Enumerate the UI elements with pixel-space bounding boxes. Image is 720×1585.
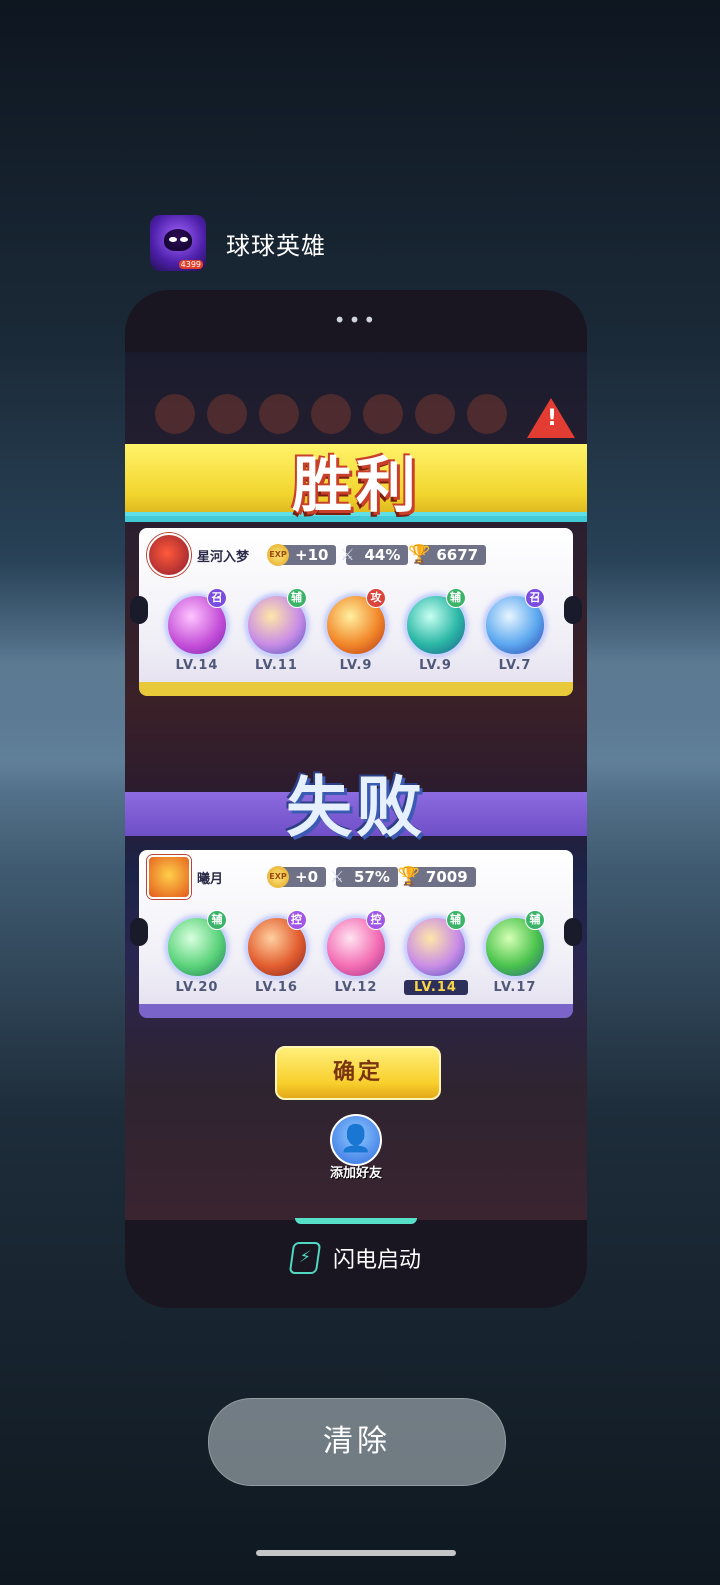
hero-item[interactable]: 辅 LV.17 bbox=[483, 910, 547, 995]
victory-panel: 星河入梦 EXP +10 ⚔ 44% 🏆 6677 召 LV.14 辅 LV.11 攻 LV… bbox=[130, 528, 582, 696]
hero-level: LV.17 bbox=[493, 980, 537, 995]
exp-stat: EXP +0 bbox=[267, 866, 327, 888]
app-icon[interactable]: 4399 bbox=[150, 215, 206, 271]
player-name: 曦月 bbox=[197, 871, 224, 887]
warning-mark: ! bbox=[547, 406, 558, 431]
hero-level: LV.14 bbox=[175, 658, 219, 673]
active-indicator bbox=[295, 1218, 417, 1224]
hero-item[interactable]: 控 LV.12 bbox=[324, 910, 388, 995]
background-decor bbox=[155, 394, 507, 434]
exp-value: +0 bbox=[295, 868, 319, 886]
trophy-value: 7009 bbox=[425, 868, 468, 886]
hero-level: LV.9 bbox=[419, 658, 452, 673]
exp-stat: EXP +10 bbox=[267, 544, 337, 566]
hero-item[interactable]: 辅 LV.9 bbox=[404, 588, 468, 673]
exp-icon: EXP bbox=[267, 544, 289, 566]
hero-level: LV.12 bbox=[334, 980, 378, 995]
role-tag: 辅 bbox=[445, 588, 466, 608]
defeat-panel: 曦月 EXP +0 ⚔ 57% 🏆 7009 辅 LV.20 控 LV.16 控 LV.12… bbox=[130, 850, 582, 1018]
role-tag: 辅 bbox=[445, 910, 466, 930]
player-name: 星河入梦 bbox=[197, 549, 250, 565]
warning-icon[interactable]: ! bbox=[527, 398, 575, 438]
hero-item[interactable]: 辅 LV.14 bbox=[403, 910, 468, 995]
avatar[interactable] bbox=[147, 533, 191, 577]
confirm-button[interactable]: 确定 bbox=[275, 1046, 441, 1100]
recent-app-card[interactable]: ••• ! 胜利 星河入梦 EXP +10 ⚔ 44% 🏆 6677 召 LV.14 辅… bbox=[125, 290, 587, 1308]
avatar[interactable] bbox=[147, 855, 191, 899]
hero-item[interactable]: 控 LV.16 bbox=[245, 910, 309, 995]
panel-notch bbox=[130, 918, 148, 946]
trophy-icon: 🏆 bbox=[397, 866, 421, 887]
trophy-stat: 🏆 6677 bbox=[408, 544, 487, 565]
lightning-icon: ⚡ bbox=[288, 1242, 322, 1274]
defeat-title: 失败 bbox=[286, 769, 426, 846]
hero-list: 辅 LV.20 控 LV.16 控 LV.12 辅 LV.14 辅 LV.17 bbox=[165, 910, 547, 995]
hero-level: LV.20 bbox=[175, 980, 219, 995]
app-header[interactable]: 4399 球球英雄 bbox=[150, 215, 326, 271]
defeat-banner: 失败 bbox=[125, 769, 587, 846]
trophy-icon: 🏆 bbox=[408, 544, 431, 565]
panel-notch bbox=[130, 596, 148, 624]
hero-list: 召 LV.14 辅 LV.11 攻 LV.9 辅 LV.9 召 LV.7 bbox=[165, 588, 547, 673]
player-header: 曦月 EXP +0 ⚔ 57% 🏆 7009 bbox=[147, 855, 565, 899]
hero-item[interactable]: 辅 LV.20 bbox=[165, 910, 229, 995]
add-friend-button[interactable]: 👤 添加好友 bbox=[321, 1114, 391, 1181]
victory-banner: 胜利 bbox=[125, 444, 587, 521]
game-screenshot: ! 胜利 星河入梦 EXP +10 ⚔ 44% 🏆 6677 召 LV.14 辅 LV.1… bbox=[125, 352, 587, 1220]
role-tag: 控 bbox=[286, 910, 307, 930]
role-tag: 召 bbox=[525, 588, 545, 608]
trophy-value: 6677 bbox=[436, 546, 479, 564]
hero-level: LV.14 bbox=[403, 980, 468, 995]
app-title: 球球英雄 bbox=[226, 231, 326, 260]
trophy-stat: 🏆 7009 bbox=[398, 866, 476, 887]
add-friend-label: 添加好友 bbox=[329, 1166, 382, 1181]
panel-notch bbox=[564, 596, 582, 624]
home-indicator[interactable] bbox=[256, 1550, 456, 1556]
hero-item[interactable]: 辅 LV.11 bbox=[245, 588, 309, 673]
app-badge: 4399 bbox=[178, 260, 203, 269]
flash-launch-button[interactable]: ⚡ 闪电启动 bbox=[125, 1242, 587, 1274]
role-tag: 辅 bbox=[525, 910, 545, 930]
role-tag: 辅 bbox=[207, 910, 227, 930]
hero-item[interactable]: 召 LV.14 bbox=[165, 588, 229, 673]
role-tag: 召 bbox=[207, 588, 227, 608]
winrate-stat: ⚔ 57% bbox=[330, 867, 398, 887]
sword-icon: ⚔ bbox=[340, 545, 355, 564]
winrate-value: 44% bbox=[364, 546, 401, 564]
eye-icon bbox=[180, 237, 188, 242]
hero-level: LV.16 bbox=[255, 980, 298, 995]
hero-item[interactable]: 攻 LV.9 bbox=[324, 588, 388, 673]
hero-level: LV.7 bbox=[498, 658, 532, 673]
winrate-value: 57% bbox=[354, 868, 390, 886]
role-tag: 辅 bbox=[286, 588, 307, 608]
hero-level: LV.9 bbox=[339, 658, 373, 673]
clear-button[interactable]: 清除 bbox=[208, 1398, 506, 1486]
role-tag: 控 bbox=[366, 910, 386, 930]
role-tag: 攻 bbox=[366, 588, 386, 608]
panel-notch bbox=[564, 918, 582, 946]
more-options-icon[interactable]: ••• bbox=[125, 308, 587, 332]
hero-item[interactable]: 召 LV.7 bbox=[483, 588, 547, 673]
hero-level: LV.11 bbox=[255, 658, 298, 673]
add-person-icon: 👤 bbox=[330, 1114, 382, 1166]
player-header: 星河入梦 EXP +10 ⚔ 44% 🏆 6677 bbox=[147, 533, 565, 577]
winrate-stat: ⚔ 44% bbox=[340, 545, 409, 565]
exp-value: +10 bbox=[295, 546, 329, 564]
victory-title: 胜利 bbox=[292, 450, 420, 521]
exp-icon: EXP bbox=[267, 866, 289, 888]
flash-launch-label: 闪电启动 bbox=[332, 1248, 421, 1273]
eye-icon bbox=[169, 237, 177, 242]
sword-icon: ⚔ bbox=[329, 867, 345, 886]
